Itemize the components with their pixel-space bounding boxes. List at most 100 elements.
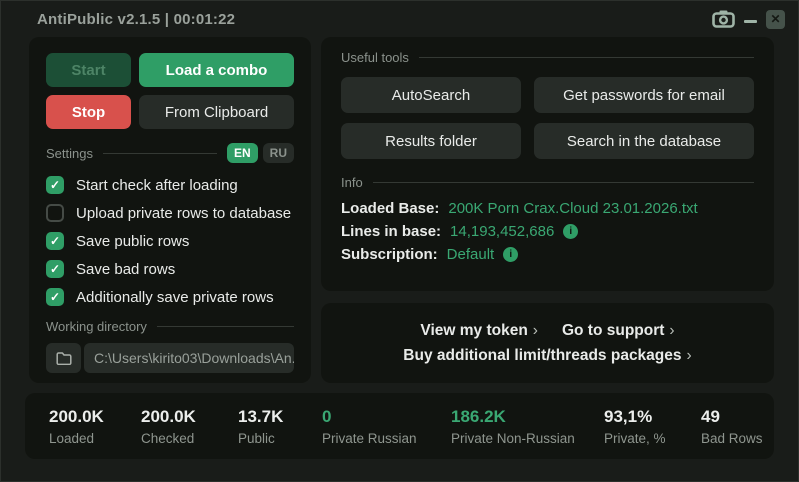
stat-label: Private Non-Russian (451, 431, 604, 446)
divider-line (157, 326, 294, 327)
lines-in-base-value: 14,193,452,686 (450, 223, 554, 240)
right-column: Useful tools AutoSearch Get passwords fo… (321, 37, 774, 383)
app-window: AntiPublic v2.1.5 | 00:01:22 Start Load … (0, 0, 799, 482)
support-text: Go to support (562, 322, 664, 340)
checkbox-checked-icon[interactable] (46, 260, 64, 278)
buy-packages-link[interactable]: Buy additional limit/threads packages › (403, 347, 691, 365)
stat-bad-rows: 49 Bad Rows (701, 407, 763, 446)
close-icon[interactable] (766, 10, 785, 29)
stat-checked: 200.0K Checked (141, 407, 238, 446)
from-clipboard-button[interactable]: From Clipboard (139, 95, 294, 129)
browse-folder-button[interactable] (46, 343, 81, 373)
links-panel: View my token › Go to support › Buy addi… (321, 303, 774, 383)
working-directory-path-field[interactable]: C:\Users\kirito03\Downloads\An... (84, 343, 294, 373)
autosearch-button[interactable]: AutoSearch (341, 77, 521, 113)
stat-private-russian: 0 Private Russian (322, 407, 451, 446)
checkbox-start-check-after-loading[interactable]: Start check after loading (46, 176, 294, 194)
info-rows: Loaded Base: 200K Porn Crax.Cloud 23.01.… (341, 200, 754, 263)
stat-label: Private Russian (322, 431, 451, 446)
checkbox-checked-icon[interactable] (46, 176, 64, 194)
settings-label: Settings (46, 146, 93, 161)
window-title: AntiPublic v2.1.5 | 00:01:22 (37, 11, 235, 28)
stat-value: 200.0K (141, 407, 238, 427)
checkbox-label: Save public rows (76, 233, 189, 250)
main-area: Start Load a combo Stop From Clipboard S… (1, 37, 798, 383)
view-token-link[interactable]: View my token › (420, 322, 538, 340)
stat-label: Checked (141, 431, 238, 446)
tools-grid: AutoSearch Get passwords for email Resul… (341, 77, 754, 159)
tools-info-panel: Useful tools AutoSearch Get passwords fo… (321, 37, 774, 291)
screenshot-camera-icon[interactable] (712, 10, 735, 28)
settings-header: Settings EN RU (46, 143, 294, 163)
loaded-base-row: Loaded Base: 200K Porn Crax.Cloud 23.01.… (341, 200, 754, 217)
titlebar: AntiPublic v2.1.5 | 00:01:22 (1, 1, 798, 37)
loaded-base-label: Loaded Base: (341, 200, 439, 217)
info-header: Info (341, 175, 754, 190)
settings-checkbox-list: Start check after loading Upload private… (46, 176, 294, 306)
stat-private-non-russian: 186.2K Private Non-Russian (451, 407, 604, 446)
checkbox-label: Save bad rows (76, 261, 175, 278)
stat-value: 13.7K (238, 407, 322, 427)
working-directory-header: Working directory (46, 319, 294, 334)
get-passwords-button[interactable]: Get passwords for email (534, 77, 754, 113)
info-tooltip-icon[interactable] (563, 224, 578, 239)
divider-line (373, 182, 754, 183)
search-database-button[interactable]: Search in the database (534, 123, 754, 159)
chevron-right-icon: › (687, 347, 692, 365)
subscription-row: Subscription: Default (341, 246, 754, 263)
stat-label: Bad Rows (701, 431, 763, 446)
lang-en-button[interactable]: EN (227, 143, 258, 163)
working-directory-label: Working directory (46, 319, 147, 334)
checkbox-checked-icon[interactable] (46, 232, 64, 250)
checkbox-unchecked-icon[interactable] (46, 204, 64, 222)
stat-value: 186.2K (451, 407, 604, 427)
lang-ru-button[interactable]: RU (263, 143, 294, 163)
checkbox-label: Upload private rows to database (76, 205, 291, 222)
chevron-right-icon: › (669, 322, 674, 340)
run-buttons: Start Load a combo Stop From Clipboard (46, 53, 294, 129)
working-directory-row: C:\Users\kirito03\Downloads\An... (46, 343, 294, 373)
stop-button[interactable]: Stop (46, 95, 131, 129)
folder-icon (56, 352, 72, 365)
checkbox-upload-private-rows[interactable]: Upload private rows to database (46, 204, 294, 222)
go-to-support-link[interactable]: Go to support › (562, 322, 675, 340)
view-token-text: View my token (420, 322, 527, 340)
minimize-icon[interactable] (744, 20, 757, 23)
stat-label: Public (238, 431, 322, 446)
checkbox-label: Start check after loading (76, 177, 238, 194)
checkbox-save-public-rows[interactable]: Save public rows (46, 232, 294, 250)
loaded-base-value: 200K Porn Crax.Cloud 23.01.2026.txt (448, 200, 697, 217)
language-toggle: EN RU (227, 143, 294, 163)
lines-in-base-row: Lines in base: 14,193,452,686 (341, 223, 754, 240)
stat-private-percent: 93,1% Private, % (604, 407, 701, 446)
chevron-right-icon: › (533, 322, 538, 340)
info-tooltip-icon[interactable] (503, 247, 518, 262)
divider-line (419, 57, 754, 58)
stats-bar: 200.0K Loaded 200.0K Checked 13.7K Publi… (25, 393, 774, 459)
stat-value: 200.0K (49, 407, 141, 427)
divider-line (103, 153, 217, 154)
checkbox-save-bad-rows[interactable]: Save bad rows (46, 260, 294, 278)
load-combo-button[interactable]: Load a combo (139, 53, 294, 87)
stat-value: 93,1% (604, 407, 701, 427)
stat-loaded: 200.0K Loaded (49, 407, 141, 446)
useful-tools-header: Useful tools (341, 50, 754, 65)
checkbox-checked-icon[interactable] (46, 288, 64, 306)
useful-tools-label: Useful tools (341, 50, 409, 65)
stat-value: 49 (701, 407, 763, 427)
start-button[interactable]: Start (46, 53, 131, 87)
stat-value: 0 (322, 407, 451, 427)
links-row-2: Buy additional limit/threads packages › (403, 347, 691, 365)
lines-in-base-label: Lines in base: (341, 223, 441, 240)
stat-public: 13.7K Public (238, 407, 322, 446)
subscription-value: Default (447, 246, 495, 263)
results-folder-button[interactable]: Results folder (341, 123, 521, 159)
checkbox-label: Additionally save private rows (76, 289, 274, 306)
links-row-1: View my token › Go to support › (420, 322, 674, 340)
buy-packages-text: Buy additional limit/threads packages (403, 347, 681, 365)
checkbox-save-private-rows[interactable]: Additionally save private rows (46, 288, 294, 306)
titlebar-icons (712, 10, 785, 29)
control-panel: Start Load a combo Stop From Clipboard S… (29, 37, 311, 383)
info-label: Info (341, 175, 363, 190)
stat-label: Private, % (604, 431, 701, 446)
